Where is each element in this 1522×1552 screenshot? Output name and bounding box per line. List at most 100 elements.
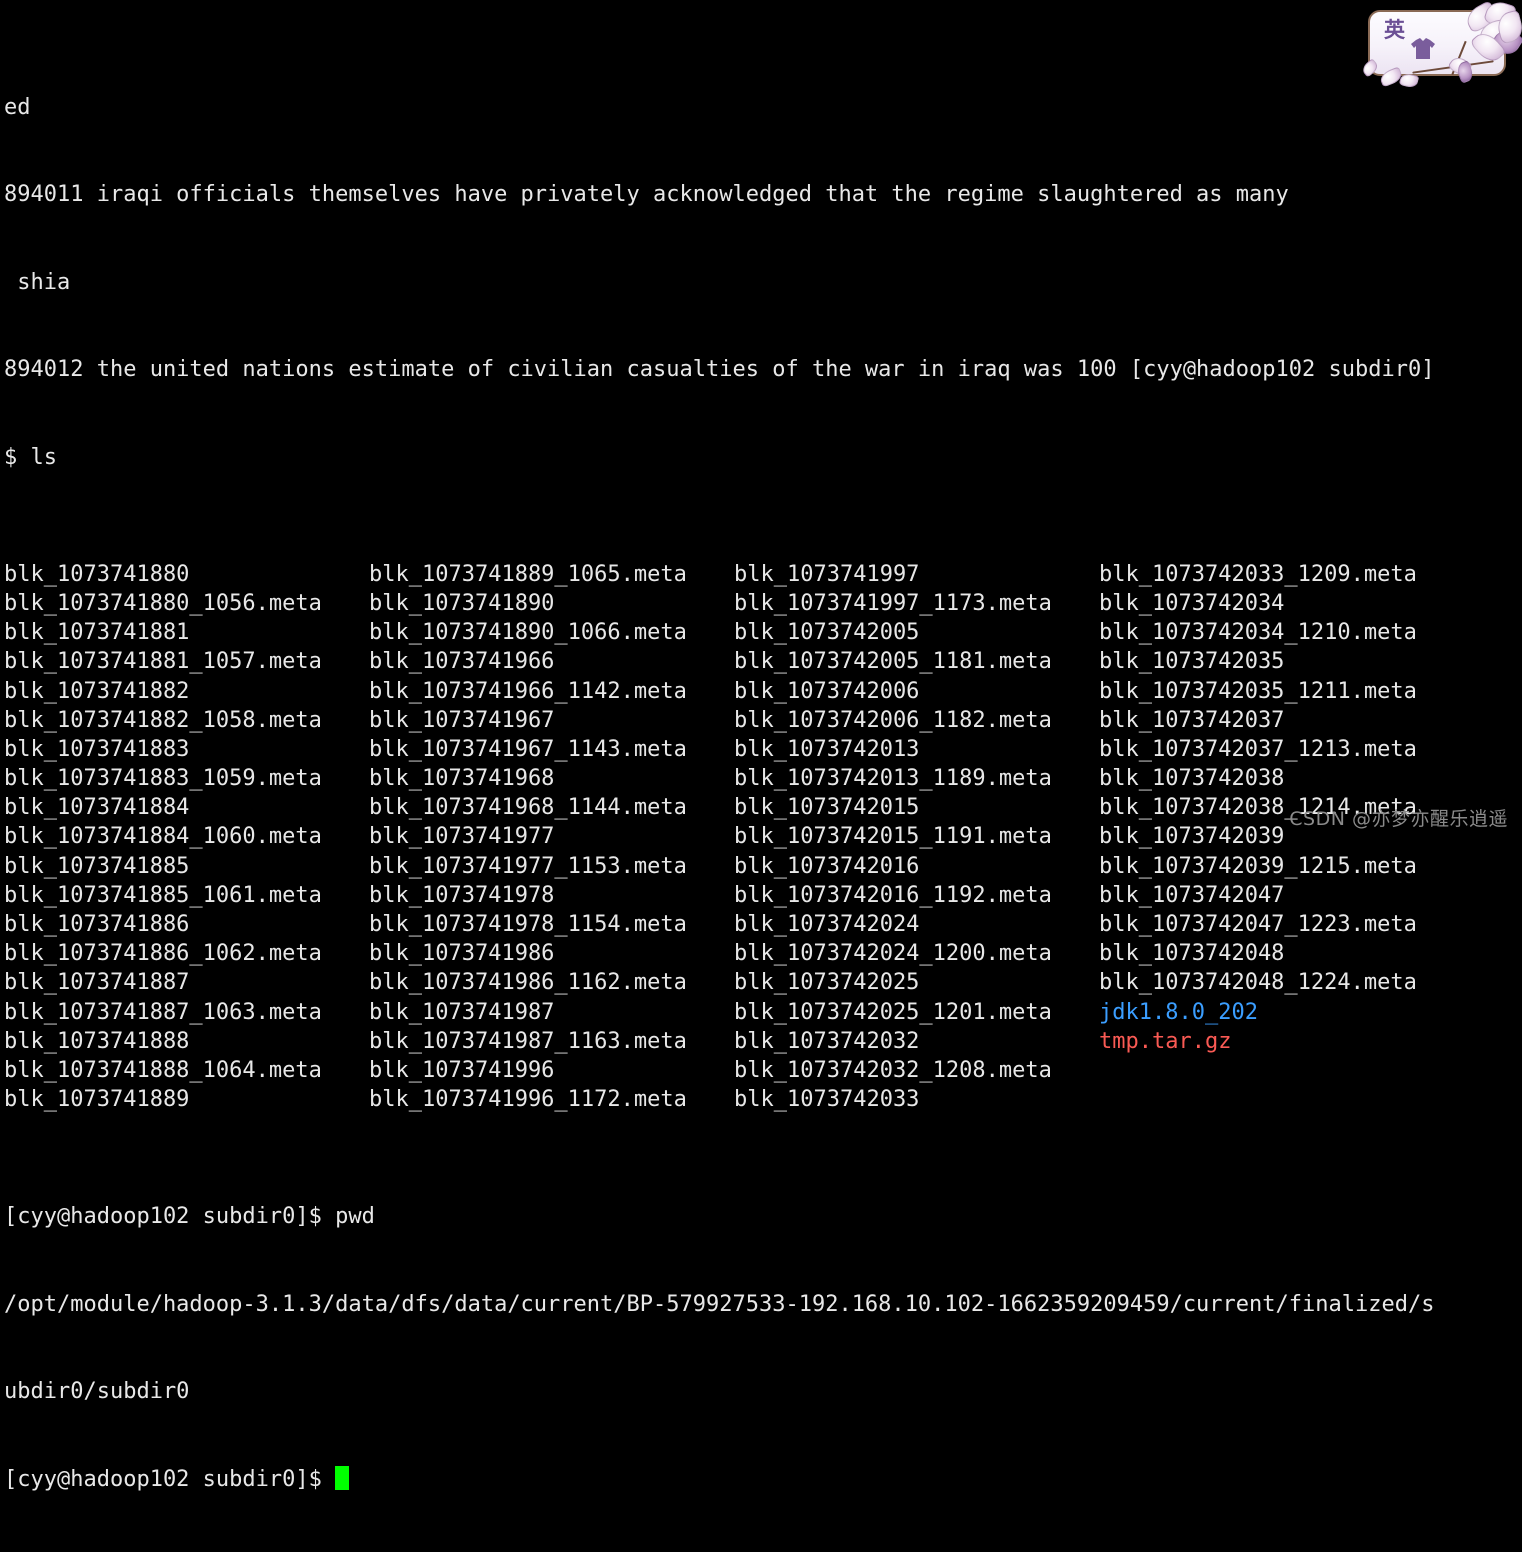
ls-entry[interactable]: blk_1073741888_1064.meta [4, 1056, 369, 1085]
ls-entry[interactable]: blk_1073742039_1215.meta [1099, 852, 1417, 881]
ls-entry[interactable]: blk_1073742037 [1099, 706, 1284, 735]
ls-entry[interactable]: blk_1073741883 [4, 735, 369, 764]
terminal-line-pwd-output-1: /opt/module/hadoop-3.1.3/data/dfs/data/c… [4, 1291, 1435, 1317]
ime-indicator-widget[interactable]: 英 [1354, 0, 1522, 96]
ls-entry[interactable]: blk_1073742013 [734, 735, 1099, 764]
ls-entry[interactable]: tmp.tar.gz [1099, 1027, 1231, 1056]
ls-entry[interactable]: blk_1073741880 [4, 560, 369, 589]
ls-entry[interactable]: blk_1073741967_1143.meta [369, 735, 734, 764]
ls-entry[interactable]: blk_1073741884 [4, 793, 369, 822]
terminal-line-active-prompt[interactable]: [cyy@hadoop102 subdir0]$ [4, 1465, 1522, 1494]
terminal-line-scrollback-3: 894012 the united nations estimate of ci… [4, 357, 1435, 383]
ls-output-row: blk_1073741887 blk_1073741986_1162.meta bl… [4, 968, 1522, 997]
ls-entry[interactable]: blk_1073742032_1208.meta [734, 1056, 1099, 1085]
ls-entry[interactable]: blk_1073741966_1142.meta [369, 677, 734, 706]
ls-output-row: blk_1073741880 blk_1073741889_1065.meta bl… [4, 560, 1522, 589]
ls-entry[interactable]: blk_1073742047_1223.meta [1099, 910, 1417, 939]
ls-entry[interactable]: blk_1073742006 [734, 677, 1099, 706]
ls-output-row: blk_1073741887_1063.meta blk_1073741987 bl… [4, 998, 1522, 1027]
terminal-line-scrollback-2: shia [4, 269, 71, 295]
ls-entry[interactable]: blk_1073742024_1200.meta [734, 939, 1099, 968]
ls-entry[interactable]: blk_1073742035_1211.meta [1099, 677, 1417, 706]
ls-entry[interactable]: blk_1073741986_1162.meta [369, 968, 734, 997]
ls-entry[interactable]: blk_1073741889_1065.meta [369, 560, 734, 589]
ls-entry[interactable]: blk_1073741885_1061.meta [4, 881, 369, 910]
ls-entry[interactable]: blk_1073742005_1181.meta [734, 647, 1099, 676]
ls-entry[interactable]: blk_1073742048_1224.meta [1099, 968, 1417, 997]
terminal-line-scrollback-0: ed [4, 94, 31, 120]
ls-entry[interactable]: blk_1073742038 [1099, 764, 1284, 793]
ls-entry[interactable]: blk_1073742016 [734, 852, 1099, 881]
ls-entry[interactable]: blk_1073742025_1201.meta [734, 998, 1099, 1027]
ls-entry[interactable]: blk_1073741886_1062.meta [4, 939, 369, 968]
ls-entry[interactable]: blk_1073742034_1210.meta [1099, 618, 1417, 647]
ls-entry[interactable]: blk_1073742024 [734, 910, 1099, 939]
ls-output-row: blk_1073741882 blk_1073741966_1142.meta bl… [4, 677, 1522, 706]
ls-output-row: blk_1073741885 blk_1073741977_1153.meta bl… [4, 852, 1522, 881]
ls-entry[interactable]: blk_1073741967 [369, 706, 734, 735]
ls-entry[interactable]: blk_1073741997 [734, 560, 1099, 589]
text-cursor [335, 1465, 350, 1490]
ls-output-row: blk_1073741883_1059.meta blk_1073741968 bl… [4, 764, 1522, 793]
ls-entry[interactable]: blk_1073742015 [734, 793, 1099, 822]
ls-entry[interactable]: blk_1073741977 [369, 822, 734, 851]
ls-output-row: blk_1073741886_1062.meta blk_1073741986 bl… [4, 939, 1522, 968]
terminal-line-scrollback-1: 894011 iraqi officials themselves have p… [4, 182, 1289, 208]
ls-entry[interactable]: blk_1073741987_1163.meta [369, 1027, 734, 1056]
ls-entry[interactable]: blk_1073742005 [734, 618, 1099, 647]
ls-output-row: blk_1073741886 blk_1073741978_1154.meta bl… [4, 910, 1522, 939]
terminal-line-pwd-output-2: ubdir0/subdir0 [4, 1379, 190, 1405]
ls-entry[interactable]: blk_1073741996 [369, 1056, 734, 1085]
ls-entry[interactable]: blk_1073742034 [1099, 589, 1284, 618]
ls-entry[interactable]: blk_1073741884_1060.meta [4, 822, 369, 851]
ls-entry[interactable]: blk_1073742039 [1099, 822, 1284, 851]
ls-entry[interactable]: blk_1073741880_1056.meta [4, 589, 369, 618]
ls-entry[interactable]: blk_1073741887 [4, 968, 369, 997]
ls-entry[interactable]: blk_1073741997_1173.meta [734, 589, 1099, 618]
ls-entry[interactable]: blk_1073741881 [4, 618, 369, 647]
ls-entry[interactable]: blk_1073742033_1209.meta [1099, 560, 1417, 589]
ls-entry[interactable]: blk_1073741885 [4, 852, 369, 881]
ls-output-row: blk_1073741889 blk_1073741996_1172.meta bl… [4, 1085, 1522, 1114]
ls-entry[interactable]: blk_1073741888 [4, 1027, 369, 1056]
csdn-watermark: CSDN @亦梦亦醒乐逍遥 [1289, 808, 1508, 830]
ls-output-row: blk_1073741881 blk_1073741890_1066.meta bl… [4, 618, 1522, 647]
ls-entry[interactable]: blk_1073742013_1189.meta [734, 764, 1099, 793]
ls-entry[interactable]: blk_1073741966 [369, 647, 734, 676]
ls-entry[interactable]: blk_1073741889 [4, 1085, 369, 1114]
ls-entry[interactable]: blk_1073742033 [734, 1085, 1099, 1114]
ls-output-row: blk_1073741880_1056.meta blk_1073741890 bl… [4, 589, 1522, 618]
terminal-line-command-ls: $ ls [4, 444, 57, 470]
ls-output-row: blk_1073741883 blk_1073741967_1143.meta bl… [4, 735, 1522, 764]
ls-entry[interactable]: blk_1073742047 [1099, 881, 1284, 910]
ls-entry[interactable]: blk_1073741890 [369, 589, 734, 618]
ls-entry[interactable]: blk_1073741987 [369, 998, 734, 1027]
ls-entry[interactable]: blk_1073741978_1154.meta [369, 910, 734, 939]
ls-entry[interactable]: blk_1073741882 [4, 677, 369, 706]
ls-entry[interactable]: blk_1073742016_1192.meta [734, 881, 1099, 910]
ls-entry[interactable]: jdk1.8.0_202 [1099, 998, 1258, 1027]
ls-entry[interactable]: blk_1073742006_1182.meta [734, 706, 1099, 735]
ls-entry[interactable]: blk_1073742015_1191.meta [734, 822, 1099, 851]
ls-entry[interactable]: blk_1073742037_1213.meta [1099, 735, 1417, 764]
ls-entry[interactable]: blk_1073741996_1172.meta [369, 1085, 734, 1114]
terminal-screen[interactable]: ed 894011 iraqi officials themselves hav… [0, 0, 1522, 1492]
ls-output-row: blk_1073741888 blk_1073741987_1163.meta bl… [4, 1027, 1522, 1056]
ls-entry[interactable]: blk_1073741978 [369, 881, 734, 910]
ls-entry[interactable]: blk_1073742048 [1099, 939, 1284, 968]
ls-entry[interactable]: blk_1073742025 [734, 968, 1099, 997]
ls-entry[interactable]: blk_1073741883_1059.meta [4, 764, 369, 793]
ls-entry[interactable]: blk_1073741986 [369, 939, 734, 968]
ls-entry[interactable]: blk_1073741968_1144.meta [369, 793, 734, 822]
ls-entry[interactable]: blk_1073741882_1058.meta [4, 706, 369, 735]
prompt-text: [cyy@hadoop102 subdir0]$ [4, 1466, 336, 1492]
ls-entry[interactable]: blk_1073741968 [369, 764, 734, 793]
ls-entry[interactable]: blk_1073741890_1066.meta [369, 618, 734, 647]
ls-entry[interactable]: blk_1073741887_1063.meta [4, 998, 369, 1027]
ls-entry[interactable]: blk_1073741886 [4, 910, 369, 939]
ls-entry[interactable]: blk_1073741977_1153.meta [369, 852, 734, 881]
ls-entry[interactable]: blk_1073742035 [1099, 647, 1284, 676]
ls-output-row: blk_1073741888_1064.meta blk_1073741996 bl… [4, 1056, 1522, 1085]
ls-entry[interactable]: blk_1073742032 [734, 1027, 1099, 1056]
ls-entry[interactable]: blk_1073741881_1057.meta [4, 647, 369, 676]
